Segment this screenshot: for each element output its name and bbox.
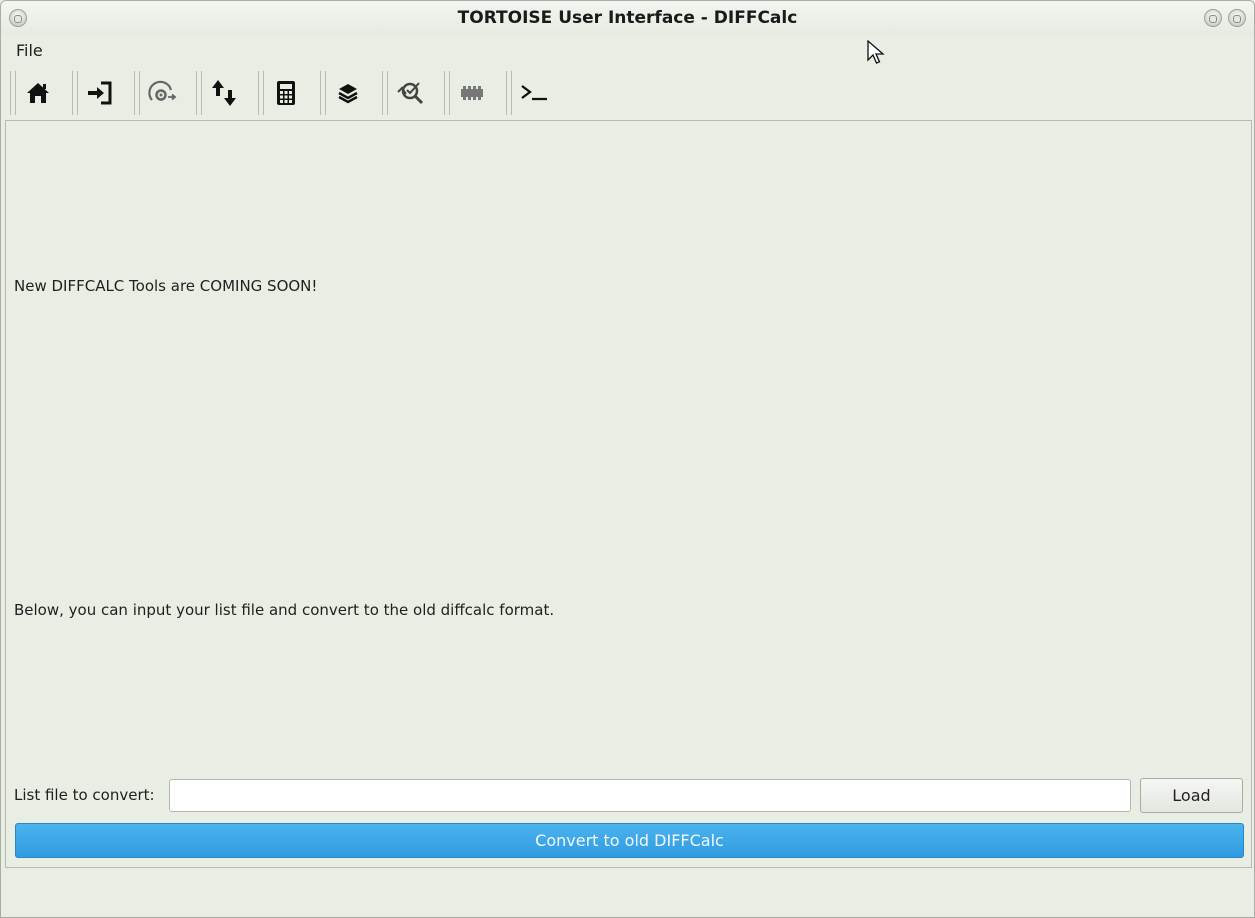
up-down-arrows-icon [212, 80, 236, 106]
speed-settings-button[interactable] [131, 67, 193, 119]
speedometer-gear-icon [148, 80, 177, 101]
calculator-icon [277, 81, 295, 105]
list-file-input[interactable] [169, 779, 1131, 812]
home-icon [27, 83, 49, 103]
inspect-button[interactable] [379, 67, 441, 119]
convert-button[interactable]: Convert to old DIFFCalc [15, 823, 1244, 858]
layers-icon [338, 84, 358, 104]
terminal-button[interactable] [503, 67, 565, 119]
diffcalc-panel: New DIFFCALC Tools are COMING SOON! Belo… [5, 120, 1252, 868]
terminal-icon [521, 85, 547, 101]
sort-button[interactable] [193, 67, 255, 119]
app-window: TORTOISE User Interface - DIFFCalc File [0, 0, 1255, 918]
load-button[interactable]: Load [1140, 778, 1243, 813]
title-bar[interactable]: TORTOISE User Interface - DIFFCalc [1, 1, 1254, 35]
coming-soon-text: New DIFFCALC Tools are COMING SOON! [14, 277, 318, 295]
home-button[interactable] [7, 67, 69, 119]
menu-bar: File [1, 37, 1254, 65]
window-title: TORTOISE User Interface - DIFFCalc [457, 8, 798, 28]
minimize-button[interactable] [1204, 9, 1222, 27]
file-label: List file to convert: [14, 786, 155, 804]
layers-button[interactable] [317, 67, 379, 119]
film-strip-icon [461, 86, 483, 100]
film-button[interactable] [441, 67, 503, 119]
toolbar [7, 67, 587, 119]
maximize-button[interactable] [1228, 9, 1246, 27]
import-icon [88, 81, 112, 105]
menu-file[interactable]: File [16, 41, 43, 60]
mouse-cursor-icon [867, 40, 885, 64]
import-button[interactable] [69, 67, 131, 119]
instruction-text: Below, you can input your list file and … [14, 601, 555, 619]
window-menu-button[interactable] [9, 9, 27, 27]
calculator-button[interactable] [255, 67, 317, 119]
magnifier-check-icon [397, 82, 424, 105]
